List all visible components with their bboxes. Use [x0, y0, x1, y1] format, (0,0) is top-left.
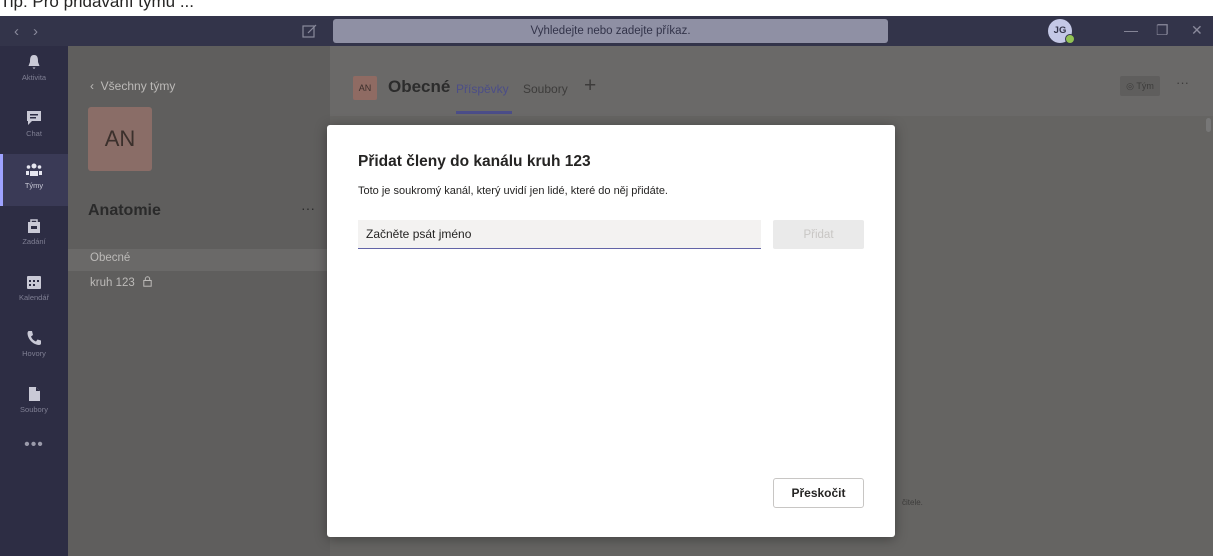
rail-label: Chat — [26, 129, 42, 138]
presence-status-icon — [1065, 34, 1075, 44]
channel-avatar: AN — [353, 76, 377, 100]
rail-label: Aktivita — [21, 73, 47, 82]
rail-item-calls[interactable]: Hovory — [0, 322, 68, 374]
back-arrow-icon[interactable]: ‹ — [14, 23, 33, 40]
rail-label: Soubory — [20, 405, 48, 414]
rail-item-activity[interactable]: Aktivita — [0, 46, 68, 98]
channel-item-kruh-123[interactable]: kruh 123 — [90, 276, 152, 289]
bell-icon — [28, 55, 40, 69]
channel-title: Obecné — [388, 77, 451, 96]
rail-label: Týmy — [24, 181, 44, 190]
files-icon — [29, 387, 40, 401]
team-button-label: Tým — [1136, 81, 1154, 91]
app-rail: Aktivita Chat Týmy Zadání Kalendář Hovor… — [0, 46, 68, 556]
compose-icon[interactable] — [302, 24, 318, 38]
dialog-title: Přidat členy do kanálu kruh 123 — [358, 153, 591, 170]
header-more-options-icon[interactable]: ··· — [1176, 75, 1189, 90]
rail-item-chat[interactable]: Chat — [0, 102, 68, 154]
tab-posts[interactable]: Příspěvky — [456, 82, 509, 96]
title-bar: ‹› Vyhledejte nebo zadejte příkaz. JG — … — [0, 16, 1213, 46]
search-box[interactable]: Vyhledejte nebo zadejte příkaz. — [333, 19, 888, 43]
caption-strip: Tip: Pro přidávání týmu ... — [0, 0, 1213, 16]
rail-label: Kalendář — [18, 293, 50, 302]
channel-label: kruh 123 — [90, 277, 135, 289]
minimize-icon[interactable]: — — [1124, 22, 1138, 38]
team-more-options-icon[interactable]: ··· — [301, 200, 315, 216]
rail-label: Zadání — [22, 237, 46, 246]
rail-item-files[interactable]: Soubory — [0, 378, 68, 430]
team-button[interactable]: ◎ Tým — [1120, 76, 1160, 96]
member-name-input[interactable] — [358, 220, 761, 249]
forward-arrow-icon[interactable]: › — [33, 23, 52, 40]
team-name: Anatomie — [88, 202, 161, 219]
close-icon[interactable]: ✕ — [1191, 22, 1203, 39]
channel-label: Obecné — [90, 252, 131, 264]
lock-icon — [143, 276, 152, 287]
dialog-subtitle: Toto je soukromý kanál, který uvidí jen … — [358, 185, 668, 197]
rail-item-assignments[interactable]: Zadání — [0, 210, 68, 262]
calendar-icon — [27, 276, 41, 289]
active-tab-indicator — [456, 111, 512, 114]
channel-header: AN Obecné Příspěvky Soubory + ◎ Tým ··· — [330, 46, 1213, 116]
team-panel: ‹ Všechny týmy AN Anatomie ··· Obecné kr… — [68, 46, 330, 556]
chat-icon — [27, 111, 41, 125]
rail-item-calendar[interactable]: Kalendář — [0, 266, 68, 318]
add-button[interactable]: Přidat — [773, 220, 864, 249]
rail-label: Hovory — [22, 349, 46, 358]
history-nav: ‹› — [14, 23, 52, 40]
background-text: čitele. — [902, 498, 923, 507]
add-tab-icon[interactable]: + — [584, 74, 596, 98]
scrollbar[interactable] — [1206, 118, 1211, 132]
search-placeholder: Vyhledejte nebo zadejte příkaz. — [530, 25, 691, 37]
eye-icon: ◎ — [1126, 81, 1137, 91]
skip-button[interactable]: Přeskočit — [773, 478, 864, 508]
team-avatar: AN — [88, 107, 152, 171]
teams-icon — [26, 163, 42, 176]
all-teams-label: Všechny týmy — [100, 79, 176, 93]
rail-item-teams[interactable]: Týmy — [0, 154, 68, 206]
channel-item-obecne[interactable]: Obecné — [90, 252, 130, 264]
more-apps-icon[interactable]: ••• — [0, 436, 68, 454]
tab-files[interactable]: Soubory — [523, 82, 568, 96]
phone-icon — [27, 331, 41, 345]
add-members-dialog: Přidat členy do kanálu kruh 123 Toto je … — [327, 125, 895, 537]
caption-text: Tip: Pro přidávání týmu ... — [0, 0, 194, 11]
all-teams-link[interactable]: ‹ Všechny týmy — [90, 79, 175, 93]
maximize-icon[interactable]: ❐ — [1156, 22, 1169, 39]
chevron-left-icon: ‹ — [90, 79, 101, 93]
assignments-icon — [28, 219, 40, 233]
